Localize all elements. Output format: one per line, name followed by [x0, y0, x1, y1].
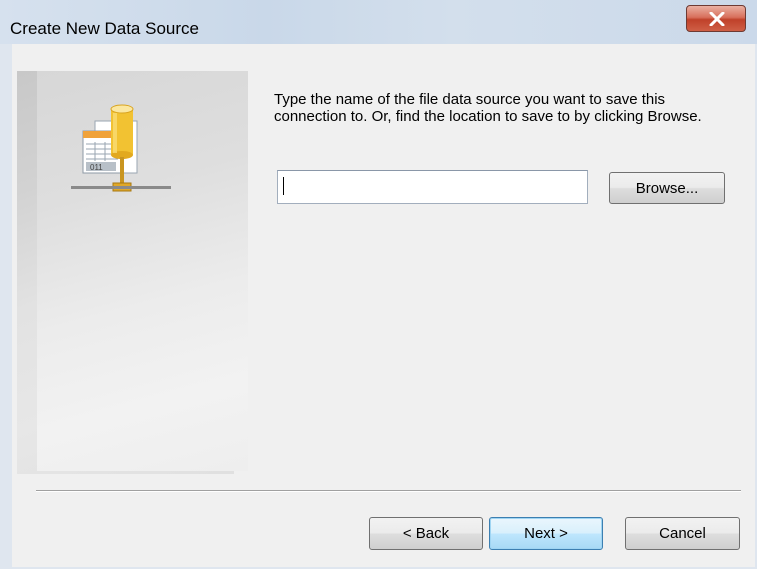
browse-button[interactable]: Browse... — [609, 172, 725, 204]
back-button[interactable]: < Back — [369, 517, 483, 550]
cancel-button[interactable]: Cancel — [625, 517, 740, 550]
title-bar[interactable]: Create New Data Source — [0, 0, 757, 44]
footer-separator — [36, 490, 741, 492]
close-button[interactable] — [686, 5, 746, 32]
window-title: Create New Data Source — [10, 19, 199, 38]
file-name-input[interactable] — [277, 170, 588, 204]
dialog-body: 011 Type the name of the file data sourc… — [12, 44, 755, 567]
next-button[interactable]: Next > — [489, 517, 603, 550]
instruction-text: Type the name of the file data source yo… — [274, 91, 702, 125]
text-caret — [283, 177, 284, 195]
file-label: 011 — [90, 163, 103, 172]
close-icon — [709, 12, 725, 26]
file-data-source-icon: 011 — [71, 104, 171, 192]
dialog-window: Create New Data Source 011 Type the name… — [0, 0, 757, 569]
